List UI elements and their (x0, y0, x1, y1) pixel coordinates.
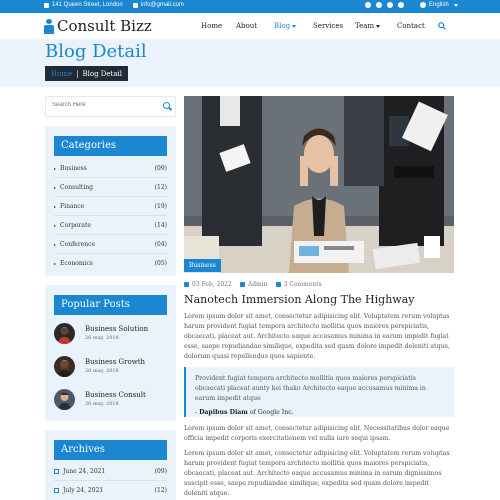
chevron-down-icon (453, 3, 458, 7)
post-author[interactable]: Admin (239, 281, 268, 288)
nav-about[interactable]: About (236, 22, 257, 30)
category-item[interactable]: Conference (04) (54, 241, 167, 248)
mail-icon (132, 2, 138, 8)
quote-author: - Dapibus Diam of Google Inc. (195, 409, 294, 416)
post-thumbnail[interactable] (54, 323, 75, 344)
breadcrumb-home[interactable]: Home (51, 70, 72, 78)
page-title: Blog Detail (45, 41, 147, 62)
vimeo-icon[interactable] (398, 2, 404, 8)
post-thumbnail[interactable] (54, 389, 75, 410)
sidebar-search (45, 96, 176, 117)
popular-post-item[interactable]: Business Consult 26 may, 2018 (54, 389, 167, 415)
post-thumbnail[interactable] (54, 356, 75, 377)
category-item[interactable]: Finance (19) (54, 203, 167, 210)
calendar-icon (54, 469, 59, 474)
comment-icon (275, 282, 281, 287)
site-logo[interactable]: Consult Bizz (44, 17, 152, 35)
main-header: Consult Bizz Home About Blog Services Te… (0, 13, 500, 39)
categories-title: Categories (54, 136, 167, 156)
search-icon[interactable] (438, 22, 446, 32)
category-item[interactable]: Economics (05) (54, 260, 167, 267)
archive-item[interactable]: July 24, 2021 (12) (54, 487, 167, 494)
archives-title: Archives (54, 440, 167, 460)
archives-widget: Archives June 24, 2021 (09) July 24, 2021… (45, 430, 176, 500)
chevron-down-icon (376, 24, 381, 28)
address-info: 141 Queen Street, London (44, 2, 123, 8)
person-icon (44, 18, 54, 34)
page-hero: Blog Detail Home | Blog Detail (0, 39, 500, 87)
post-featured-image (184, 96, 454, 273)
popular-post-item[interactable]: Business Growth 26 may, 2018 (54, 356, 167, 382)
popular-post-item[interactable]: Business Solution 26 may, 2018 (54, 323, 167, 349)
category-item[interactable]: Business (09) (54, 165, 167, 172)
user-icon (239, 282, 245, 287)
popular-posts-title: Popular Posts (54, 295, 167, 315)
post-paragraph: Lorem ipsum dolor sit amet, consectetur … (184, 313, 451, 360)
search-icon[interactable] (163, 102, 170, 109)
language-selector[interactable]: English (420, 2, 458, 8)
chevron-down-icon (292, 24, 297, 28)
location-icon (44, 2, 49, 8)
breadcrumb-current: Blog Detail (82, 69, 122, 78)
post-paragraph: Lorem ipsum dolor sit amet, consectetur … (184, 425, 450, 442)
post-paragraph: Lorem ipsum dolor sit amet, consectetur … (184, 450, 450, 497)
globe-icon (420, 2, 426, 8)
top-bar: 141 Queen Street, London info@gmail.com … (0, 0, 500, 13)
categories-widget: Categories Business (09) Consulting (12) F… (45, 126, 176, 276)
popular-posts-widget: Popular Posts Business Solution 26 may, … (45, 285, 176, 421)
facebook-icon[interactable] (365, 2, 371, 8)
post-date: 03 Feb, 2022 (184, 281, 232, 288)
category-item[interactable]: Consulting (12) (54, 184, 167, 191)
breadcrumb-separator: | (76, 69, 79, 78)
post-title: Nanotech Immersion Along The Highway (184, 293, 415, 306)
category-tag[interactable]: Business (184, 259, 221, 272)
social-links (365, 2, 404, 8)
post-comments[interactable]: 3 Comments (275, 281, 322, 288)
email-info[interactable]: info@gmail.com (132, 2, 184, 8)
nav-home[interactable]: Home (201, 22, 222, 30)
blockquote: Provident fugiat tempora architecto moll… (184, 367, 454, 417)
post-meta: 03 Feb, 2022 Admin 3 Comments (184, 281, 322, 288)
nav-services[interactable]: Services (313, 22, 343, 30)
calendar-icon (184, 282, 189, 287)
twitter-icon[interactable] (376, 2, 382, 8)
breadcrumb: Home | Blog Detail (45, 66, 128, 81)
nav-team[interactable]: Team (355, 22, 381, 30)
nav-blog[interactable]: Blog (274, 22, 297, 30)
archive-item[interactable]: June 24, 2021 (09) (54, 468, 167, 475)
search-input[interactable] (52, 102, 152, 108)
nav-contact[interactable]: Contact (397, 22, 425, 30)
category-item[interactable]: Corporate (14) (54, 222, 167, 229)
calendar-icon (54, 488, 59, 493)
linkedin-icon[interactable] (387, 2, 393, 8)
